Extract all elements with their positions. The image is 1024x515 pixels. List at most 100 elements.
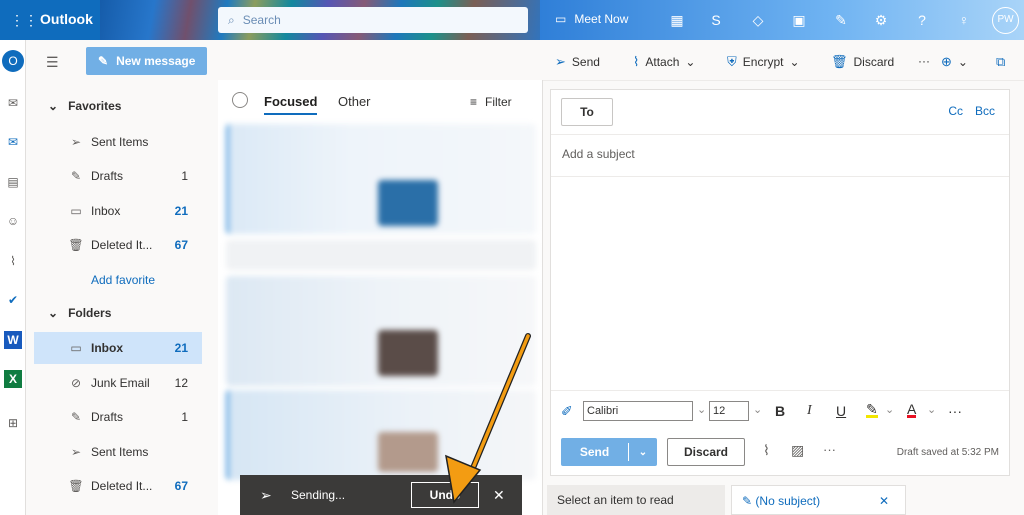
favorite-inbox[interactable]: ▭ Inbox 21 — [34, 195, 202, 227]
more-apps-icon[interactable]: ⊞ — [4, 414, 22, 432]
encrypt-command[interactable]: ⛨ Encrypt ⌄ — [727, 54, 800, 70]
office-icon[interactable]: ▣ — [790, 11, 808, 29]
send-icon: ➢ — [555, 54, 566, 69]
subject-input[interactable]: Add a subject — [562, 147, 635, 161]
compose-command-bar: ➢ Send ⌇ Attach ⌄ ⛨ Encrypt ⌄ 🗑 Discard … — [543, 40, 1024, 81]
app-rail: O ✉ ✉ ▤ ☺ ⌇ ✔ W X ⊞ — [0, 40, 26, 515]
attachment-icon[interactable]: ⌇ — [4, 252, 22, 270]
avatar[interactable]: PW — [992, 7, 1019, 34]
bcc-link[interactable]: Bcc — [975, 104, 995, 118]
pencil-icon: ✎ — [70, 410, 82, 424]
send-command[interactable]: ➢ Send — [555, 54, 600, 70]
font-family-select[interactable]: Calibri — [583, 401, 693, 421]
outlook-icon[interactable]: O — [2, 50, 24, 72]
underline-icon[interactable]: U — [836, 403, 846, 419]
apps-icon[interactable]: ▦ — [668, 11, 686, 29]
top-bar: ⋮⋮ Outlook ⌕ Search ▭ Meet Now ▦ S ◇ ▣ ✎… — [0, 0, 1024, 40]
tab-draft[interactable]: ✎ (No subject) ✕ — [731, 485, 906, 515]
folder-label: Sent Items — [91, 135, 149, 149]
font-size-select[interactable]: 12 — [709, 401, 749, 421]
tab-other[interactable]: Other — [338, 94, 371, 109]
list-item[interactable] — [226, 240, 536, 270]
more-options-icon[interactable]: ··· — [823, 442, 836, 457]
close-icon[interactable]: ✕ — [879, 486, 889, 515]
send-icon: ➢ — [70, 135, 82, 149]
hamburger-icon[interactable]: ☰ — [46, 54, 62, 71]
help-icon[interactable]: ? — [913, 11, 931, 29]
settings-icon[interactable]: ⚙ — [872, 11, 890, 29]
compose-icon: ✎ — [98, 54, 109, 68]
premium-icon[interactable]: ◇ — [749, 11, 767, 29]
video-icon: ▭ — [555, 12, 567, 26]
select-all-icon[interactable] — [232, 92, 248, 108]
more-options-icon[interactable]: ··· — [918, 54, 930, 68]
mail-icon[interactable]: ✉ — [4, 94, 22, 112]
folder-count: 67 — [174, 238, 188, 252]
chevron-down-icon[interactable]: ⌄ — [753, 403, 762, 416]
favorite-drafts[interactable]: ✎ Drafts 1 — [34, 160, 202, 192]
tab-label: Select an item to read — [557, 493, 674, 507]
tab-focused[interactable]: Focused — [264, 94, 318, 115]
chevron-down-icon: ⌄ — [789, 55, 800, 69]
attach-command[interactable]: ⌇ Attach ⌄ — [633, 54, 695, 70]
favorite-deleted-items[interactable]: 🗑 Deleted It... 67 — [34, 229, 202, 261]
zoom-icon[interactable]: ⊕ ⌄ — [941, 54, 968, 70]
excel-icon[interactable]: X — [4, 370, 22, 388]
more-format-icon[interactable]: ··· — [948, 403, 962, 419]
word-icon[interactable]: W — [4, 331, 22, 349]
todo-icon[interactable]: ✔ — [4, 291, 22, 309]
italic-icon[interactable]: I — [807, 403, 812, 419]
divider — [551, 134, 1009, 135]
feedback-icon[interactable]: ✎ — [832, 11, 850, 29]
app-launcher-icon[interactable]: ⋮⋮ — [10, 12, 38, 29]
folder-inbox[interactable]: ▭ Inbox 21 — [34, 332, 202, 364]
annotation-arrow — [445, 333, 531, 504]
meet-now-button[interactable]: ▭ Meet Now — [555, 12, 628, 26]
attach-icon[interactable]: ⌇ — [763, 442, 770, 459]
folders-label: Folders — [68, 306, 112, 320]
people-icon[interactable]: ☺ — [4, 212, 22, 230]
folder-sent-items[interactable]: ➢ Sent Items — [34, 436, 202, 468]
pop-out-icon[interactable]: ⧉ — [996, 54, 1005, 70]
favorite-sent-items[interactable]: ➢ Sent Items — [34, 126, 202, 158]
discard-command[interactable]: 🗑 Discard — [831, 54, 894, 70]
list-tabs: Focused Other ≡ Filter — [218, 80, 543, 122]
chevron-down-icon[interactable]: ⌄ — [927, 403, 936, 416]
folder-pane: ☰ ✎ New message ⌄ Favorites ➢ Sent Items… — [26, 40, 218, 515]
to-button[interactable]: To — [561, 98, 613, 126]
tab-select-item[interactable]: Select an item to read — [547, 485, 725, 515]
message-body[interactable] — [551, 177, 1009, 387]
cc-link[interactable]: Cc — [948, 104, 963, 118]
highlight-icon[interactable]: ✎ — [866, 402, 878, 418]
new-message-button[interactable]: ✎ New message — [86, 47, 207, 75]
discard-button[interactable]: Discard — [667, 438, 745, 466]
folder-count: 1 — [181, 169, 188, 183]
folders-header[interactable]: ⌄ Folders — [48, 306, 111, 320]
folder-drafts[interactable]: ✎ Drafts 1 — [34, 401, 202, 433]
skype-icon[interactable]: S — [707, 11, 725, 29]
image-icon[interactable]: ▨ — [791, 442, 804, 459]
chevron-down-icon[interactable]: ⌄ — [629, 447, 657, 458]
send-button[interactable]: Send ⌄ — [561, 438, 657, 466]
folder-deleted-items[interactable]: 🗑 Deleted It... 67 — [34, 470, 202, 502]
chevron-down-icon[interactable]: ⌄ — [885, 403, 894, 416]
calendar-icon[interactable]: ▤ — [4, 173, 22, 191]
mail-active-icon[interactable]: ✉ — [4, 133, 22, 151]
folder-junk-email[interactable]: ⊘ Junk Email 12 — [34, 367, 202, 399]
bold-icon[interactable]: B — [775, 403, 785, 419]
app-title[interactable]: Outlook — [40, 11, 93, 27]
add-favorite-link[interactable]: Add favorite — [91, 273, 155, 287]
format-painter-icon[interactable]: ✐ — [561, 403, 573, 420]
cc-bcc-links: Cc Bcc — [948, 104, 995, 118]
search-box[interactable]: ⌕ Search — [218, 7, 528, 33]
font-color-icon[interactable]: A — [907, 402, 917, 418]
filter-button[interactable]: ≡ Filter — [470, 95, 512, 109]
pencil-icon: ✎ — [70, 169, 82, 183]
tips-icon[interactable]: ♀ — [955, 11, 973, 29]
favorites-header[interactable]: ⌄ Favorites — [48, 99, 121, 113]
send-icon: ➢ — [70, 445, 82, 459]
search-input[interactable]: Search — [243, 13, 281, 27]
chevron-down-icon[interactable]: ⌄ — [697, 403, 706, 416]
chevron-down-icon: ⌄ — [685, 55, 696, 69]
divider — [551, 390, 1009, 391]
